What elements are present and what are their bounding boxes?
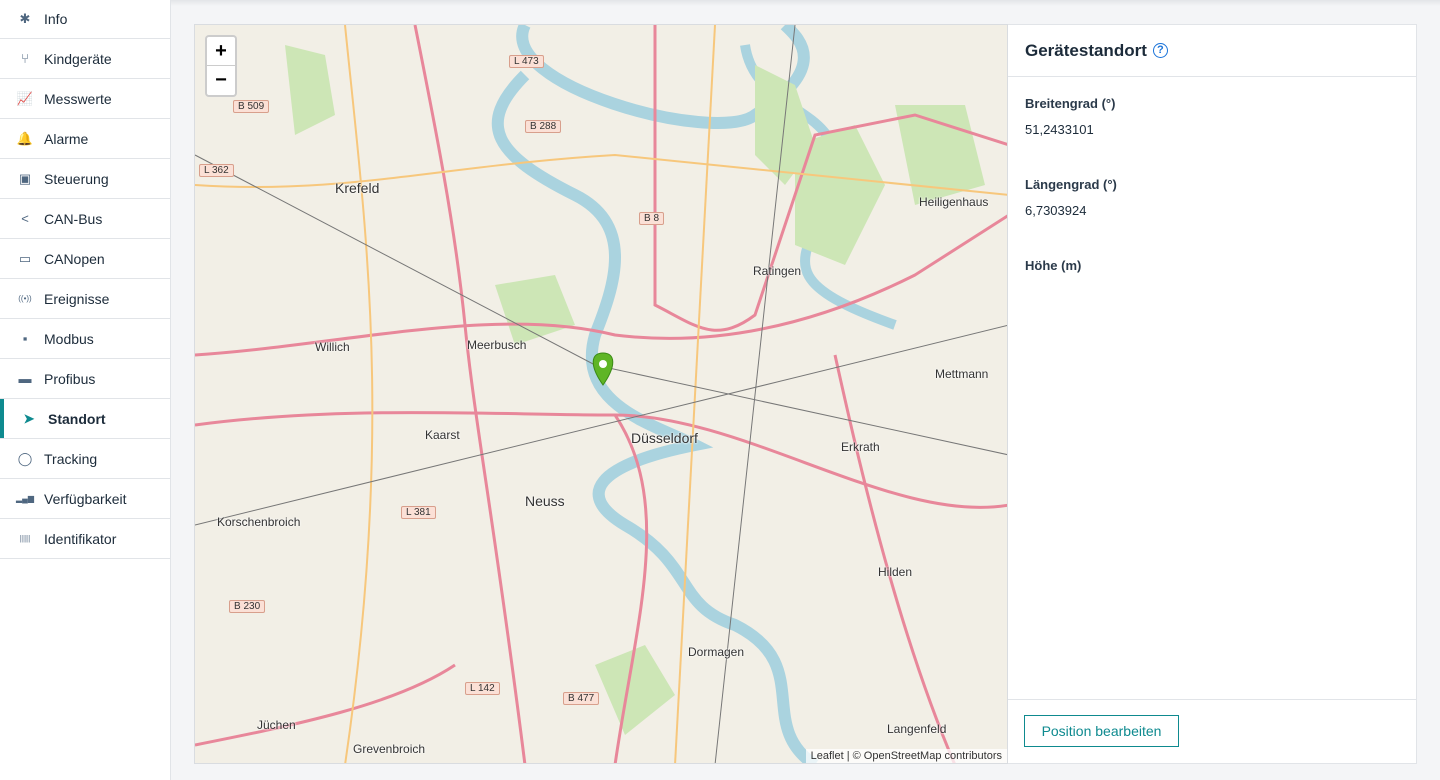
- sidebar-item-label: Identifikator: [44, 530, 117, 547]
- branch-icon: ⑂: [21, 51, 29, 66]
- sidebar-item-profibus[interactable]: ▬ Profibus: [0, 359, 170, 399]
- sidebar-item-label: Modbus: [44, 330, 94, 347]
- city-label: Willich: [315, 340, 350, 354]
- sidebar-item-alarme[interactable]: 🔔 Alarme: [0, 119, 170, 159]
- top-bar-shadow: [171, 0, 1440, 6]
- sidebar-item-verf-gbarkeit[interactable]: ▂▄▆ Verfügbarkeit: [0, 479, 170, 519]
- sidebar-item-label: Alarme: [44, 130, 89, 147]
- sidebar-item-canopen[interactable]: ▭ CANopen: [0, 239, 170, 279]
- sidebar-item-label: Standort: [48, 410, 106, 427]
- city-label: Jüchen: [257, 718, 296, 732]
- sidebar: ✱ Info ⑂ Kindgeräte 📈 Messwerte 🔔 Alarme ▣ Steuer…: [0, 0, 171, 780]
- sidebar-item-label: Tracking: [44, 450, 98, 467]
- sidebar-item-label: Profibus: [44, 370, 96, 387]
- road-label: B 477: [563, 692, 600, 705]
- road-label: L 362: [199, 164, 234, 177]
- sidebar-item-tracking[interactable]: ◯ Tracking: [0, 439, 170, 479]
- road-label: L 473: [509, 55, 544, 68]
- sidebar-item-label: Kindgeräte: [44, 50, 112, 67]
- road-label: L 142: [465, 682, 500, 695]
- control-icon: ▣: [18, 170, 32, 186]
- sidebar-item-ereignisse[interactable]: ((•)) Ereignisse: [0, 279, 170, 319]
- city-label: Düsseldorf: [631, 430, 698, 446]
- attribution-contributors: contributors: [944, 750, 1002, 762]
- sidebar-item-identifikator[interactable]: ||||| Identifikator: [0, 519, 170, 559]
- monitor-icon: ▭: [18, 250, 32, 266]
- zoom-control: + −: [205, 35, 237, 97]
- sidebar-item-label: Ereignisse: [44, 290, 110, 307]
- sidebar-item-label: Info: [44, 11, 68, 27]
- map-tiles: [195, 25, 1007, 763]
- info-icon: ✱: [19, 11, 31, 26]
- latitude-label: Breitengrad (°): [1025, 96, 1116, 111]
- city-label: Ratingen: [753, 264, 802, 278]
- zoom-out-button[interactable]: −: [207, 66, 235, 95]
- sidebar-item-modbus[interactable]: ▪ Modbus: [0, 319, 170, 359]
- city-label: Neuss: [525, 493, 565, 509]
- leaflet-link[interactable]: Leaflet: [811, 750, 844, 762]
- sidebar-item-label: Verfügbarkeit: [44, 490, 127, 507]
- attribution-separator: | ©: [846, 750, 861, 762]
- city-label: Kaarst: [425, 428, 460, 442]
- map[interactable]: Krefeld Düsseldorf Neuss Meerbusch Ratingen W…: [194, 24, 1008, 764]
- barcode-icon: |||||: [19, 534, 31, 543]
- location-panel: Gerätestandort ? Breitengrad (°) 51,2433…: [1008, 24, 1417, 764]
- chip-icon: ▪: [22, 331, 28, 346]
- longitude-value: 6,7303924: [1025, 203, 1087, 218]
- latitude-value: 51,2433101: [1025, 122, 1094, 137]
- road-label: B 8: [639, 212, 665, 225]
- bell-icon: 🔔: [16, 130, 34, 146]
- sidebar-item-kindger-te[interactable]: ⑂ Kindgeräte: [0, 39, 170, 79]
- city-label: Langenfeld: [887, 722, 947, 736]
- panel-title: Gerätestandort: [1025, 40, 1147, 60]
- road-label: B 509: [233, 100, 270, 113]
- card-icon: ▬: [18, 371, 32, 386]
- crosshair-icon: ◯: [17, 450, 33, 466]
- city-label: Grevenbroich: [353, 742, 426, 756]
- sidebar-item-label: Messwerte: [44, 90, 112, 107]
- city-label: Erkrath: [841, 440, 880, 454]
- city-label: Krefeld: [335, 180, 380, 196]
- city-label: Heiligenhaus: [919, 195, 989, 209]
- road-label: B 288: [525, 120, 562, 133]
- sidebar-item-standort[interactable]: ➤ Standort: [0, 399, 170, 439]
- sidebar-item-label: CANopen: [44, 250, 105, 267]
- city-label: Korschenbroich: [217, 515, 301, 529]
- sidebar-item-messwerte[interactable]: 📈 Messwerte: [0, 79, 170, 119]
- city-label: Mettmann: [935, 367, 989, 381]
- bars-icon: ▂▄▆: [16, 494, 34, 503]
- share-icon: <: [21, 211, 29, 226]
- panel-footer: Position bearbeiten: [1008, 699, 1416, 763]
- sidebar-item-label: Steuerung: [44, 170, 109, 187]
- sidebar-item-steuerung[interactable]: ▣ Steuerung: [0, 159, 170, 199]
- panel-header: Gerätestandort ?: [1008, 25, 1416, 77]
- zoom-in-button[interactable]: +: [207, 37, 235, 66]
- road-label: L 381: [401, 506, 436, 519]
- road-label: B 230: [229, 600, 266, 613]
- map-attribution: Leaflet | © OpenStreetMap contributors: [805, 749, 1007, 763]
- sidebar-item-info[interactable]: ✱ Info: [0, 0, 170, 39]
- sidebar-item-label: CAN-Bus: [44, 210, 103, 227]
- help-icon[interactable]: ?: [1152, 43, 1168, 58]
- altitude-label: Höhe (m): [1025, 258, 1082, 273]
- broadcast-icon: ((•)): [18, 294, 32, 303]
- city-label: Meerbusch: [467, 338, 527, 352]
- longitude-label: Längengrad (°): [1025, 177, 1117, 192]
- location-arrow-icon: ➤: [23, 410, 35, 426]
- city-label: Dormagen: [688, 645, 745, 659]
- city-label: Hilden: [878, 565, 913, 579]
- edit-position-button[interactable]: Position bearbeiten: [1024, 715, 1179, 747]
- osm-link[interactable]: OpenStreetMap: [864, 750, 942, 762]
- sidebar-item-can-bus[interactable]: < CAN-Bus: [0, 199, 170, 239]
- chart-line-icon: 📈: [16, 90, 34, 106]
